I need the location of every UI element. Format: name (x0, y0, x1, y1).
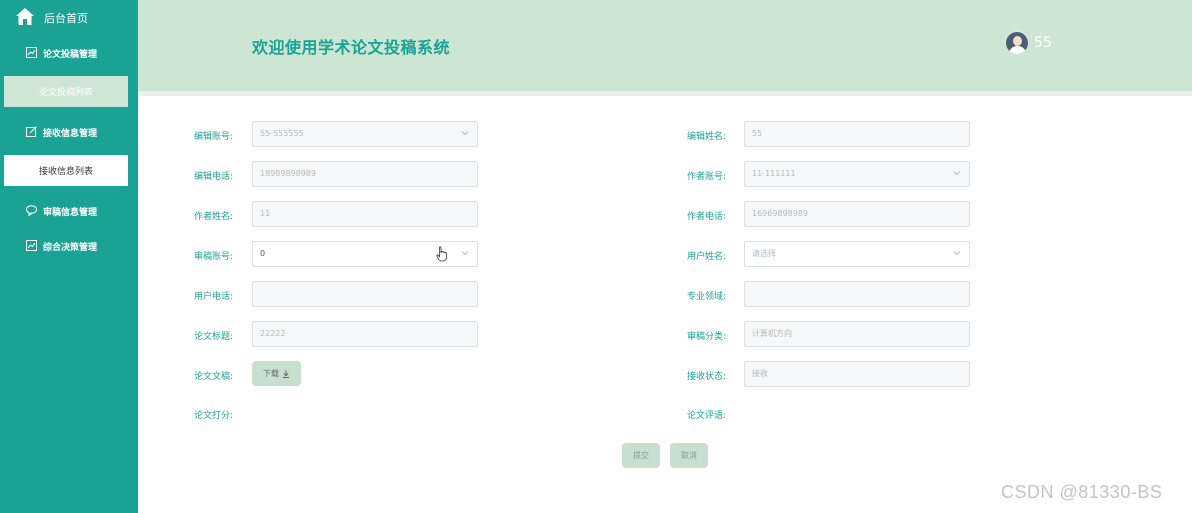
sidebar-home-label: 后台首页 (44, 12, 88, 25)
author-phone-label: 作者电话: (687, 212, 727, 222)
submit-button[interactable]: 提交 (622, 443, 660, 468)
user-phone-label: 用户电话: (194, 292, 234, 302)
major-field-field[interactable] (744, 281, 970, 307)
sidebar-group-review-info[interactable]: 审稿信息管理 (0, 200, 138, 222)
accept-status-field[interactable]: 接收 (744, 361, 970, 387)
chevron-down-icon (953, 251, 961, 256)
editor-account-value: 55-555555 (260, 129, 304, 138)
author-account-select[interactable]: 11-111111 (744, 161, 970, 187)
chevron-down-icon (461, 251, 469, 256)
editor-account-select[interactable]: 55-555555 (252, 121, 478, 147)
sidebar-group-paper-submission[interactable]: 论文投稿管理 (0, 42, 138, 64)
cancel-button[interactable]: 取消 (670, 443, 708, 468)
chevron-down-icon (953, 171, 961, 176)
review-account-label: 审稿账号: (194, 252, 234, 262)
paper-score-label: 论文打分: (194, 411, 234, 421)
editor-phone-field[interactable]: 18989898989 (252, 161, 478, 187)
user-name-select[interactable]: 请选择 (744, 241, 970, 267)
hand-cursor-icon (436, 246, 447, 262)
paper-title-label: 论文标题: (194, 332, 234, 342)
sidebar-item-label: 论文投稿列表 (38, 88, 93, 98)
sidebar-group-label: 综合决策管理 (43, 243, 98, 253)
paper-comment-label: 论文评语: (687, 411, 727, 421)
avatar-face (1013, 36, 1022, 46)
sidebar-group-accept-info[interactable]: 接收信息管理 (0, 121, 138, 143)
sidebar-group-decision[interactable]: 综合决策管理 (0, 235, 138, 257)
home-icon (16, 8, 34, 25)
accept-status-value: 接收 (752, 369, 768, 378)
message-icon (26, 205, 37, 216)
author-account-value: 11-111111 (752, 169, 796, 178)
paper-doc-label: 论文文稿: (194, 372, 234, 382)
editor-phone-label: 编辑电话: (194, 172, 234, 182)
chart-icon (26, 47, 37, 58)
watermark: CSDN @81330-BS (1001, 482, 1163, 502)
author-phone-field[interactable]: 16969898989 (744, 201, 970, 227)
chart-icon (26, 240, 37, 251)
sidebar-group-label: 审稿信息管理 (43, 208, 98, 218)
review-category-value: 计算机方向 (752, 329, 792, 338)
paper-title-value: 22222 (260, 329, 286, 338)
author-name-label: 作者姓名: (194, 212, 234, 222)
sidebar-group-label: 论文投稿管理 (43, 50, 98, 60)
review-category-field[interactable]: 计算机方向 (744, 321, 970, 347)
editor-phone-value: 18989898989 (260, 169, 316, 178)
editor-name-label: 编辑姓名: (687, 132, 727, 142)
sidebar-item-accept-info-list[interactable]: 接收信息列表 (4, 155, 128, 186)
review-account-value: 0 (260, 249, 266, 258)
major-field-label: 专业领域: (687, 292, 727, 302)
author-phone-value: 16969898989 (752, 209, 808, 218)
author-account-label: 作者账号: (687, 172, 727, 182)
author-name-field[interactable]: 11 (252, 201, 478, 227)
accept-status-label: 接收状态: (687, 372, 727, 382)
page-title: 欢迎使用学术论文投稿系统 (252, 38, 451, 57)
author-name-value: 11 (260, 209, 271, 218)
username[interactable]: 55 (1034, 35, 1052, 51)
editor-name-field[interactable]: 55 (744, 121, 970, 147)
download-button[interactable]: 下载 (252, 361, 301, 386)
editor-name-value: 55 (752, 129, 763, 138)
sidebar-item-label: 接收信息列表 (38, 167, 93, 177)
sidebar-group-label: 接收信息管理 (43, 129, 98, 139)
edit-icon (26, 126, 37, 137)
sidebar-item-paper-submission-list[interactable]: 论文投稿列表 (4, 76, 128, 107)
editor-account-label: 编辑账号: (194, 132, 234, 142)
sidebar: 后台首页 论文投稿管理 论文投稿列表 接收信息管理 接收信息列表 审稿信息管理 (0, 0, 138, 513)
sidebar-home[interactable]: 后台首页 (0, 0, 138, 34)
avatar-body (1009, 46, 1026, 54)
review-category-label: 审稿分类: (687, 332, 727, 342)
user-phone-field[interactable] (252, 281, 478, 307)
user-name-placeholder: 请选择 (752, 249, 776, 258)
download-icon (283, 370, 289, 378)
download-label: 下载 (263, 369, 279, 378)
avatar[interactable] (1005, 31, 1029, 55)
paper-title-field[interactable]: 22222 (252, 321, 478, 347)
user-name-label: 用户姓名: (687, 252, 727, 262)
chevron-down-icon (461, 131, 469, 136)
